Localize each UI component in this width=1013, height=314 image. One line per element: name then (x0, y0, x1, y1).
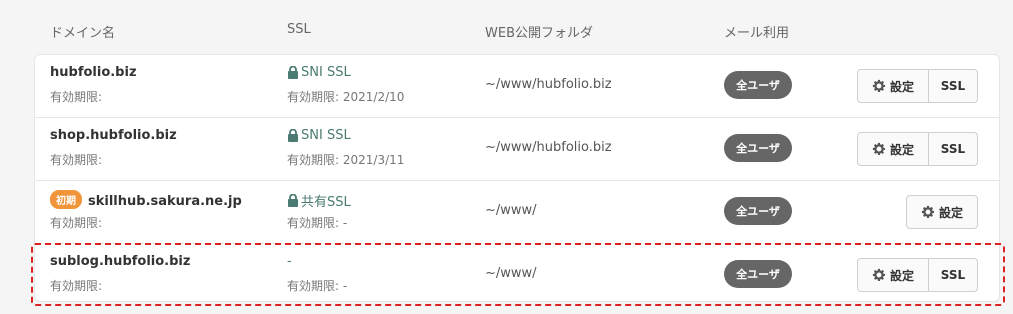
ssl-expiry: 有効期限: 2021/2/10 (287, 90, 405, 104)
mail-usage-badge: 全ユーザ (724, 71, 792, 99)
header-ssl: SSL (287, 22, 311, 37)
domain-name: sublog.hubfolio.biz (50, 254, 191, 269)
header-mail: メール利用 (724, 26, 790, 41)
table-row: shop.hubfolio.biz 有効期限: SNI SSL 有効期限: 20… (35, 118, 999, 180)
ssl-button[interactable]: SSL (929, 259, 977, 291)
ssl-button[interactable]: SSL (929, 70, 977, 102)
mail-usage-badge: 全ユーザ (724, 260, 792, 288)
gear-icon (872, 142, 886, 155)
lock-icon (288, 129, 298, 142)
settings-label: 設定 (889, 142, 914, 157)
settings-label: 設定 (938, 205, 963, 220)
web-folder: ~/www/hubfolio.biz (485, 77, 612, 92)
ssl-type-label: SNI SSL (301, 128, 351, 143)
domain-name-wrap: 初期 skillhub.sakura.ne.jp (50, 190, 242, 210)
ssl-type: 共有SSL (287, 191, 351, 210)
gear-icon (872, 268, 886, 281)
table-row: hubfolio.biz 有効期限: SNI SSL 有効期限: 2021/2/… (35, 55, 999, 117)
gear-icon (872, 79, 886, 92)
mail-usage-badge: 全ユーザ (724, 134, 792, 162)
domain-expiry: 有効期限: (50, 279, 103, 293)
initial-domain-badge: 初期 (50, 190, 82, 209)
ssl-type-label: 共有SSL (301, 195, 351, 210)
web-folder: ~/www/ (485, 266, 537, 281)
header-domain: ドメイン名 (50, 26, 116, 41)
settings-button[interactable]: 設定 (858, 133, 929, 165)
settings-button[interactable]: 設定 (858, 70, 929, 102)
ssl-expiry: 有効期限: - (287, 216, 348, 230)
web-folder: ~/www/hubfolio.biz (485, 140, 612, 155)
ssl-type: SNI SSL (287, 65, 351, 80)
settings-label: 設定 (889, 79, 914, 94)
ssl-expiry: 有効期限: - (287, 279, 348, 293)
settings-label: 設定 (889, 268, 914, 283)
domain-name: hubfolio.biz (50, 65, 137, 80)
lock-icon (288, 194, 298, 207)
row-actions: 設定 SSL (857, 132, 978, 166)
table-row: 初期 skillhub.sakura.ne.jp 有効期限: 共有SSL 有効期限… (35, 181, 999, 243)
ssl-type-label: SNI SSL (301, 65, 351, 80)
ssl-button[interactable]: SSL (929, 133, 977, 165)
web-folder: ~/www/ (485, 203, 537, 218)
table-row: sublog.hubfolio.biz 有効期限: - 有効期限: - ~/ww… (35, 244, 999, 306)
table-header: ドメイン名 SSL WEB公開フォルダ メール利用 (0, 0, 1013, 50)
domain-name: skillhub.sakura.ne.jp (88, 194, 242, 209)
header-folder: WEB公開フォルダ (485, 26, 593, 41)
mail-usage-badge: 全ユーザ (724, 197, 792, 225)
row-actions: 設定 (906, 195, 978, 229)
row-actions: 設定 SSL (857, 69, 978, 103)
domain-expiry: 有効期限: (50, 90, 103, 104)
gear-icon (921, 205, 935, 218)
domain-table: hubfolio.biz 有効期限: SNI SSL 有効期限: 2021/2/… (34, 54, 1000, 302)
ssl-expiry: 有効期限: 2021/3/11 (287, 153, 405, 167)
ssl-type: - (287, 254, 292, 269)
domain-expiry: 有効期限: (50, 153, 103, 167)
row-actions: 設定 SSL (857, 258, 978, 292)
domain-name: shop.hubfolio.biz (50, 128, 177, 143)
settings-button[interactable]: 設定 (907, 196, 977, 228)
lock-icon (288, 66, 298, 79)
domain-expiry: 有効期限: (50, 216, 103, 230)
ssl-type: SNI SSL (287, 128, 351, 143)
settings-button[interactable]: 設定 (858, 259, 929, 291)
